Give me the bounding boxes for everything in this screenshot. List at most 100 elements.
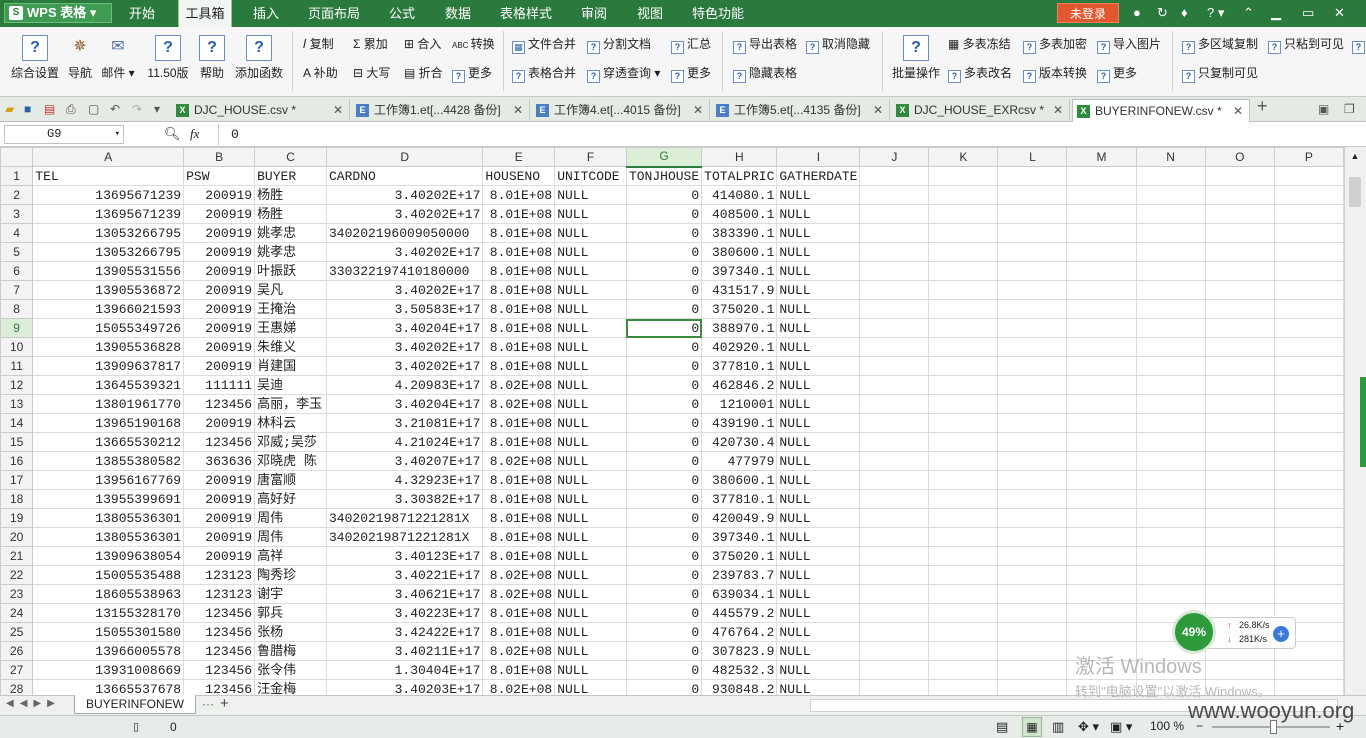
name-box[interactable]: G9 ▾ xyxy=(4,125,124,144)
cell[interactable] xyxy=(997,242,1068,262)
menu-features[interactable]: 特色功能 xyxy=(684,0,752,27)
cell[interactable] xyxy=(859,527,930,547)
cell[interactable]: 330322197410180000 xyxy=(325,261,484,281)
cell[interactable] xyxy=(1066,299,1137,319)
cell[interactable]: 13909638054 xyxy=(32,546,185,566)
cell[interactable]: 3.40202E+17 xyxy=(325,280,484,300)
formula-input[interactable]: 0 xyxy=(218,124,1364,145)
multi-encrypt-button[interactable]: ? 多表加密 xyxy=(1023,37,1087,54)
cell[interactable] xyxy=(997,337,1068,357)
row-header[interactable]: 22 xyxy=(0,565,34,585)
row-header[interactable]: 15 xyxy=(0,432,34,452)
cell[interactable]: 8.02E+08 xyxy=(482,375,556,395)
cell[interactable]: NULL xyxy=(776,185,861,205)
cell[interactable]: 13905536872 xyxy=(32,280,185,300)
cell[interactable]: 3.50583E+17 xyxy=(325,299,484,319)
menu-data[interactable]: 数据 xyxy=(436,0,480,27)
cell[interactable] xyxy=(1066,375,1137,395)
cell[interactable]: 杨胜 xyxy=(254,204,327,224)
row-header[interactable]: 16 xyxy=(0,451,34,471)
cell[interactable]: 8.02E+08 xyxy=(482,641,556,661)
cell[interactable] xyxy=(1135,318,1206,338)
cell[interactable]: NULL xyxy=(776,660,861,680)
cell[interactable] xyxy=(928,489,999,509)
cell[interactable] xyxy=(1135,451,1206,471)
cell[interactable] xyxy=(859,489,930,509)
cell[interactable] xyxy=(1273,356,1344,376)
cell[interactable]: 吴凡 xyxy=(254,280,327,300)
cell[interactable] xyxy=(859,451,930,471)
split-doc-button[interactable]: ? 分割文档 xyxy=(587,37,651,54)
cell[interactable]: NULL xyxy=(776,337,861,357)
cell[interactable] xyxy=(997,318,1068,338)
cell[interactable] xyxy=(1204,451,1275,471)
cell[interactable]: NULL xyxy=(776,375,861,395)
cell[interactable]: 0 xyxy=(625,451,703,471)
cell[interactable]: 200919 xyxy=(183,318,256,338)
row-header[interactable]: 9 xyxy=(0,318,34,338)
quick-access-more-icon[interactable]: ▾ xyxy=(154,102,160,116)
cell[interactable] xyxy=(928,242,999,262)
row-header[interactable]: 11 xyxy=(0,356,34,376)
cell[interactable] xyxy=(1135,261,1206,281)
cell[interactable]: NULL xyxy=(554,204,627,224)
cell[interactable]: NULL xyxy=(776,527,861,547)
cell[interactable] xyxy=(997,261,1068,281)
zoom-search-icon[interactable]: 🔍︎ xyxy=(164,126,181,142)
scroll-up-icon[interactable]: ▲ xyxy=(1349,151,1361,161)
cell[interactable]: NULL xyxy=(554,413,627,433)
cell[interactable]: 高祥 xyxy=(254,546,327,566)
cell[interactable]: 4.32923E+17 xyxy=(325,470,484,490)
cell[interactable] xyxy=(1273,660,1344,680)
cell[interactable] xyxy=(997,584,1068,604)
cell[interactable] xyxy=(997,166,1068,186)
cell[interactable]: 1210001 xyxy=(701,394,778,414)
cell[interactable] xyxy=(1273,432,1344,452)
cell[interactable] xyxy=(997,489,1068,509)
merge-in-button[interactable]: ⊞ 合入 xyxy=(404,37,441,51)
cell[interactable]: NULL xyxy=(776,242,861,262)
cell[interactable]: 13909637817 xyxy=(32,356,185,376)
row-header[interactable]: 14 xyxy=(0,413,34,433)
column-header[interactable]: G xyxy=(625,147,703,168)
cell[interactable]: 239783.7 xyxy=(701,565,778,585)
cell[interactable]: 200919 xyxy=(183,185,256,205)
cell[interactable]: 8.01E+08 xyxy=(482,470,556,490)
cell[interactable]: 叶振跃 xyxy=(254,261,327,281)
help-button[interactable]: ? 帮助 xyxy=(198,35,226,81)
cell[interactable]: 0 xyxy=(625,242,703,262)
cell[interactable]: 0 xyxy=(625,280,703,300)
cell[interactable] xyxy=(928,679,999,695)
cell[interactable]: 13966021593 xyxy=(32,299,185,319)
cell[interactable] xyxy=(928,622,999,642)
new-tab-icon[interactable]: + xyxy=(1257,97,1268,115)
cell[interactable]: 13805536301 xyxy=(32,508,185,528)
cell[interactable]: 4.21024E+17 xyxy=(325,432,484,452)
cell-table[interactable]: ABCDEFGHIJKLMNOP 1 TEL PSW BUYER CARDNO HOUSE… xyxy=(0,147,1344,695)
cell[interactable]: NULL xyxy=(776,394,861,414)
table-merge-button[interactable]: ? 表格合并 xyxy=(512,66,576,83)
copy-button[interactable]: 𝐼 复制 xyxy=(303,37,334,51)
row-header[interactable]: 2 xyxy=(0,185,34,205)
cell[interactable] xyxy=(1066,356,1137,376)
cell[interactable] xyxy=(928,470,999,490)
cell[interactable] xyxy=(1204,356,1275,376)
cell[interactable]: 200919 xyxy=(183,546,256,566)
cell[interactable] xyxy=(928,185,999,205)
cell[interactable] xyxy=(997,223,1068,243)
cell[interactable] xyxy=(859,318,930,338)
cell[interactable]: NULL xyxy=(554,242,627,262)
cell[interactable] xyxy=(997,508,1068,528)
cell[interactable] xyxy=(1273,204,1344,224)
cell[interactable] xyxy=(1135,584,1206,604)
column-header[interactable]: H xyxy=(701,147,778,167)
paste-visible-button[interactable]: ? 只粘到可见 xyxy=(1268,37,1344,54)
cell[interactable] xyxy=(997,394,1068,414)
cell[interactable]: NULL xyxy=(776,470,861,490)
cell[interactable] xyxy=(1273,451,1344,471)
cell[interactable] xyxy=(1273,508,1344,528)
cell[interactable] xyxy=(997,375,1068,395)
cell[interactable] xyxy=(859,299,930,319)
cell[interactable]: 13801961770 xyxy=(32,394,185,414)
cell[interactable] xyxy=(1204,413,1275,433)
